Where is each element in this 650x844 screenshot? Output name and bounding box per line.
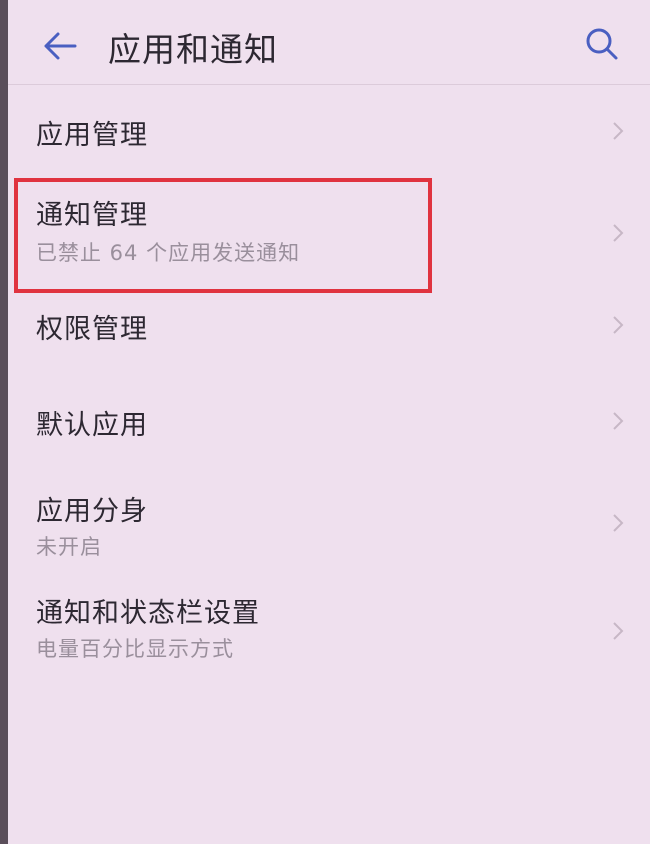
search-icon	[586, 28, 618, 60]
search-button[interactable]	[582, 24, 622, 64]
item-label: 通知和状态栏设置	[36, 598, 260, 629]
chevron-right-icon	[613, 514, 624, 532]
left-edge-strip	[0, 0, 8, 844]
item-sublabel: 电量百分比显示方式	[36, 637, 234, 661]
chevron-right-icon	[613, 412, 624, 430]
list-item-permission-management[interactable]: 权限管理	[8, 291, 650, 383]
list-item-app-management[interactable]: 应用管理	[8, 85, 650, 179]
chevron-right-icon	[613, 316, 624, 334]
arrow-left-icon	[44, 32, 77, 60]
item-sublabel: 未开启	[36, 535, 102, 559]
item-sublabel: 已禁止 64 个应用发送通知	[36, 241, 301, 265]
item-label: 应用分身	[36, 496, 148, 527]
app-bar: 应用和通知	[8, 0, 650, 86]
chevron-right-icon	[613, 622, 624, 640]
list-item-notification-management[interactable]: 通知管理 已禁止 64 个应用发送通知	[8, 179, 650, 291]
item-label: 通知管理	[36, 200, 148, 231]
item-label: 默认应用	[36, 410, 148, 441]
back-button[interactable]	[40, 26, 80, 66]
item-label: 权限管理	[36, 314, 148, 345]
chevron-right-icon	[613, 224, 624, 242]
chevron-right-icon	[613, 122, 624, 140]
item-label: 应用管理	[36, 120, 148, 151]
list-item-default-apps[interactable]: 默认应用	[8, 383, 650, 471]
list-item-app-twin[interactable]: 应用分身 未开启	[8, 471, 650, 575]
page-title: 应用和通知	[108, 30, 278, 69]
list-item-notification-statusbar-settings[interactable]: 通知和状态栏设置 电量百分比显示方式	[8, 575, 650, 685]
settings-list: 应用管理 通知管理 已禁止 64 个应用发送通知 权限管理 默认应用 应用分身 …	[8, 85, 650, 685]
